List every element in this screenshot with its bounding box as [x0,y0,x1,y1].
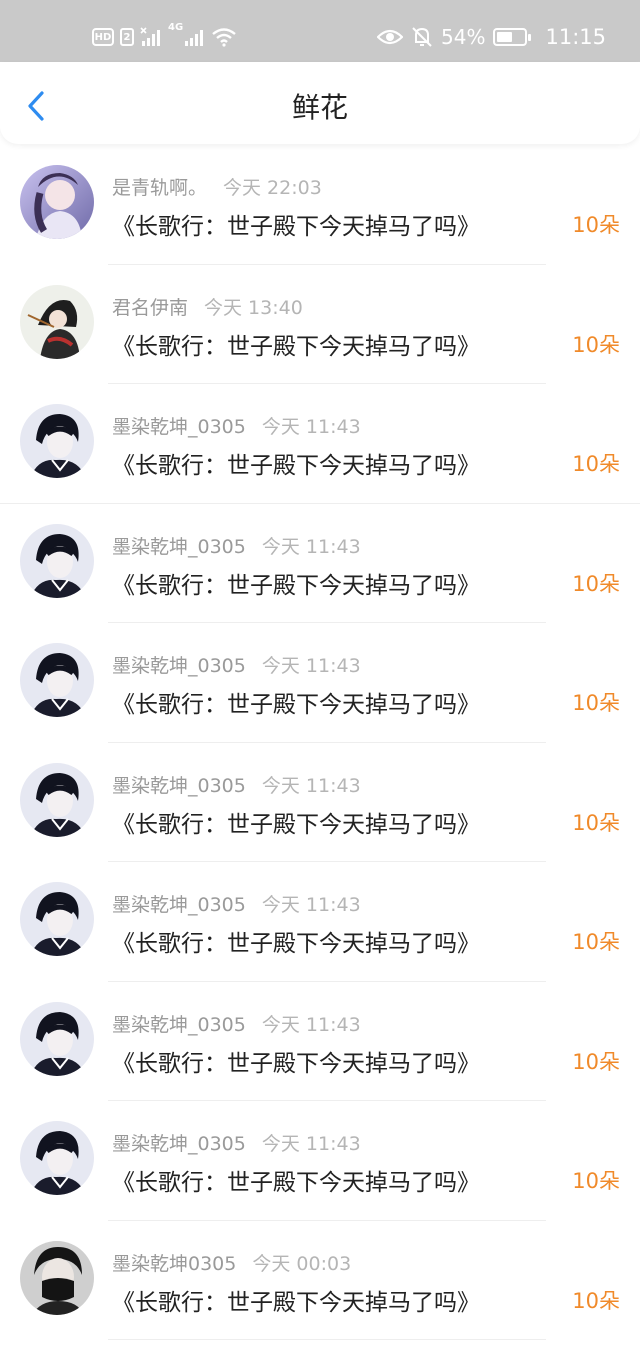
list-item[interactable]: 是青轨啊。 今天 22:03 《长歌行：世子殿下今天掉马了吗》 10朵 [0,145,640,265]
sender-name: 墨染乾坤_0305 [112,655,246,677]
sender-line: 墨染乾坤_0305 今天 11:43 [112,771,361,798]
sender-line: 是青轨啊。 今天 22:03 [112,173,322,200]
avatar[interactable] [20,165,94,239]
sender-line: 墨染乾坤0305 今天 00:03 [112,1249,351,1276]
list-item[interactable]: 墨染乾坤0305 今天 00:03 《长歌行：世子殿下今天掉马了吗》 10朵 [0,1221,640,1340]
avatar[interactable] [20,404,94,478]
flower-count: 10朵 [572,1169,620,1193]
flower-count: 10朵 [572,930,620,954]
sent-time: 今天 11:43 [261,416,361,438]
sim-icon: 2 [120,28,134,46]
sender-line: 墨染乾坤_0305 今天 11:43 [112,1129,361,1156]
sent-time: 今天 11:43 [261,894,361,916]
sender-name: 墨染乾坤0305 [112,1252,237,1275]
sender-line: 墨染乾坤_0305 今天 11:43 [112,651,361,678]
sender-line: 墨染乾坤_0305 今天 11:43 [112,890,361,917]
avatar[interactable] [20,762,94,837]
list-item[interactable]: 墨染乾坤_0305 今天 11:43 《长歌行：世子殿下今天掉马了吗》 10朵 [0,384,640,504]
avatar[interactable] [20,1240,94,1315]
signal-icon [185,30,204,46]
book-title: 《长歌行：世子殿下今天掉马了吗》 [112,333,480,360]
book-title: 《长歌行：世子殿下今天掉马了吗》 [112,692,480,718]
list-item[interactable]: 墨染乾坤_0305 今天 11:43 《长歌行：世子殿下今天掉马了吗》 10朵 [0,623,640,743]
avatar[interactable] [20,643,94,717]
avatar[interactable] [20,1001,94,1076]
sent-time: 今天 00:03 [252,1252,352,1275]
sender-line: 君名伊南 今天 13:40 [112,293,303,320]
list-item[interactable]: 君名伊南 今天 13:40 《长歌行：世子殿下今天掉马了吗》 10朵 [0,265,640,384]
flower-count: 10朵 [572,691,620,715]
list-item[interactable]: 墨染乾坤_0305 今天 11:43 《长歌行：世子殿下今天掉马了吗》 10朵 [0,982,640,1101]
signal-icon-no-service [140,27,160,46]
sent-time: 今天 13:40 [204,296,303,319]
sender-line: 墨染乾坤_0305 今天 11:43 [112,1010,361,1037]
sent-time: 今天 11:43 [261,1133,361,1155]
list-item[interactable]: 墨染乾坤_0305 今天 11:43 《长歌行：世子殿下今天掉马了吗》 10朵 [0,743,640,862]
sent-time: 今天 11:43 [261,774,361,797]
sent-time: 今天 11:43 [261,655,361,677]
sender-name: 是青轨啊。 [112,177,208,199]
flower-count: 10朵 [572,1049,620,1074]
status-bar: HD 2 4G 54% 11:15 [0,0,640,62]
battery-icon [493,28,532,46]
flower-count: 10朵 [572,1288,620,1313]
list-item[interactable]: 墨染乾坤_0305 今天 11:43 《长歌行：世子殿下今天掉马了吗》 10朵 [0,862,640,982]
book-title: 《长歌行：世子殿下今天掉马了吗》 [112,1289,480,1316]
nav-header: 鲜花 [0,62,640,144]
status-left: HD 2 4G [92,22,237,52]
book-title: 《长歌行：世子殿下今天掉马了吗》 [112,931,480,957]
network-4g-label: 4G [168,22,184,33]
page-title: 鲜花 [291,91,348,124]
book-title: 《长歌行：世子殿下今天掉马了吗》 [112,811,480,838]
book-title: 《长歌行：世子殿下今天掉马了吗》 [112,453,480,479]
flower-count: 10朵 [572,452,620,476]
sender-name: 墨染乾坤_0305 [112,1013,246,1036]
flower-record-list: 是青轨啊。 今天 22:03 《长歌行：世子殿下今天掉马了吗》 10朵 君名伊南 今天 … [0,145,640,1340]
sender-name: 墨染乾坤_0305 [112,1133,246,1155]
flower-count: 10朵 [572,332,620,357]
avatar[interactable] [20,882,94,956]
clock: 11:15 [545,25,606,49]
book-title: 《长歌行：世子殿下今天掉马了吗》 [112,1170,480,1196]
battery-level [497,32,512,42]
sender-line: 墨染乾坤_0305 今天 11:43 [112,532,361,559]
sender-name: 墨染乾坤_0305 [112,535,246,558]
sender-line: 墨染乾坤_0305 今天 11:43 [112,412,361,439]
flower-count: 10朵 [572,810,620,835]
flower-count: 10朵 [572,213,620,237]
sent-time: 今天 22:03 [223,177,322,199]
sender-name: 墨染乾坤_0305 [112,416,246,438]
divider [108,1339,546,1340]
avatar[interactable] [20,284,94,359]
flower-count: 10朵 [572,571,620,596]
sender-name: 墨染乾坤_0305 [112,774,246,797]
eye-icon [377,29,404,45]
book-title: 《长歌行：世子殿下今天掉马了吗》 [112,214,480,240]
battery-percent: 54% [441,25,486,49]
hd-icon: HD [92,28,114,46]
sender-name: 墨染乾坤_0305 [112,894,246,916]
book-title: 《长歌行：世子殿下今天掉马了吗》 [112,1050,480,1077]
book-title: 《长歌行：世子殿下今天掉马了吗》 [112,572,480,599]
sent-time: 今天 11:43 [261,535,361,558]
list-item[interactable]: 墨染乾坤_0305 今天 11:43 《长歌行：世子殿下今天掉马了吗》 10朵 [0,1101,640,1221]
status-right: 54% 11:15 [377,22,606,52]
avatar[interactable] [20,523,94,598]
sent-time: 今天 11:43 [261,1013,361,1036]
mute-bell-icon [412,27,432,47]
avatar[interactable] [20,1121,94,1195]
list-item[interactable]: 墨染乾坤_0305 今天 11:43 《长歌行：世子殿下今天掉马了吗》 10朵 [0,504,640,623]
sender-name: 君名伊南 [112,296,189,319]
wifi-icon [212,28,236,47]
